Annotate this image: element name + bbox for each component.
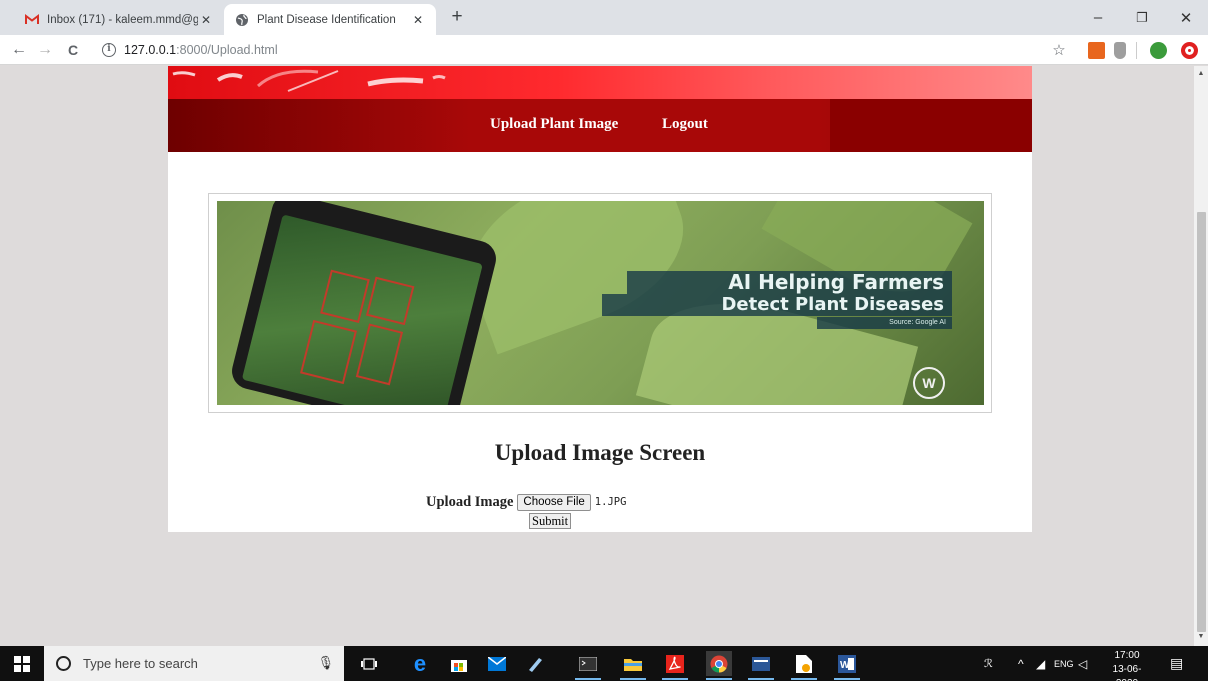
system-clock[interactable]: 17:00 13-06-2020 — [1102, 649, 1152, 681]
volume-icon[interactable]: ◁ — [1078, 646, 1087, 681]
nav-decor-block — [830, 99, 1032, 152]
phone-image — [228, 201, 500, 405]
svg-text:W: W — [840, 660, 850, 671]
minimize-button[interactable]: – — [1076, 0, 1120, 35]
image-viewer-icon[interactable] — [791, 651, 817, 680]
page-scrollbar[interactable]: ▲ ▼ — [1194, 66, 1208, 646]
file-explorer-icon[interactable] — [620, 651, 646, 680]
store-icon[interactable] — [446, 651, 472, 676]
windows-start-icon[interactable] — [0, 646, 44, 681]
notepad-icon[interactable] — [522, 651, 548, 676]
restore-button[interactable]: ❐ — [1120, 0, 1164, 35]
browser-toolbar: ← → C i 127.0.0.1:8000/Upload.html ☆ — [0, 35, 1208, 65]
back-button[interactable]: ← — [8, 39, 30, 61]
gmail-icon — [24, 12, 40, 28]
header-banner — [168, 66, 1032, 99]
choose-file-button[interactable]: Choose File — [517, 493, 591, 511]
banner-frame: AI Helping Farmers Detect Plant Diseases… — [208, 193, 992, 413]
clock-date: 13-06-2020 — [1112, 664, 1142, 681]
shield-extension-icon[interactable] — [1114, 42, 1126, 59]
nav-logout[interactable]: Logout — [662, 116, 708, 133]
chrome-icon[interactable] — [706, 651, 732, 680]
tab-title: Plant Disease Identification — [257, 13, 396, 26]
phone-screen — [241, 214, 483, 405]
close-tab-icon[interactable]: ✕ — [198, 13, 214, 27]
forward-button[interactable]: → — [34, 39, 56, 61]
info-icon[interactable]: i — [102, 43, 116, 57]
word-icon[interactable]: W — [834, 651, 860, 680]
upload-image-label: Upload Image — [426, 493, 514, 510]
globe-extension-icon[interactable] — [1150, 42, 1167, 59]
edge-browser-icon[interactable]: e — [407, 651, 433, 676]
tab-title: Inbox (171) - kaleem.mmd@gma — [47, 13, 198, 26]
python-idle-icon[interactable] — [748, 651, 774, 680]
task-view-icon[interactable] — [356, 651, 382, 676]
nav-upload-plant-image[interactable]: Upload Plant Image — [490, 116, 618, 133]
input-language-icon[interactable]: ENG — [1054, 646, 1074, 681]
command-prompt-icon[interactable] — [575, 651, 601, 680]
search-placeholder: Type here to search — [83, 656, 198, 671]
upload-form-row: Upload Image Choose File 1.JPG — [426, 493, 626, 511]
tab-plant-disease[interactable]: Plant Disease Identification ✕ — [224, 4, 436, 35]
microphone-icon[interactable]: 🎙 — [317, 655, 334, 671]
extension-off-icon[interactable] — [1088, 42, 1105, 59]
banner-caption-line1: AI Helping Farmers — [627, 271, 952, 294]
url-host: 127.0.0.1 — [124, 43, 177, 57]
reload-button[interactable]: C — [62, 39, 84, 61]
bookmark-star-icon[interactable]: ☆ — [1048, 39, 1070, 61]
detection-box — [300, 319, 357, 385]
scrollbar-thumb[interactable] — [1197, 212, 1206, 632]
opera-extension-icon[interactable] — [1181, 42, 1198, 59]
selected-file-name: 1.JPG — [594, 496, 627, 508]
people-icon[interactable]: ℛ — [984, 646, 993, 681]
detection-box — [320, 269, 370, 324]
address-bar[interactable]: i 127.0.0.1:8000/Upload.html — [102, 39, 1042, 61]
close-window-button[interactable]: ✕ — [1164, 0, 1208, 35]
url-path: :8000/Upload.html — [176, 43, 278, 57]
show-hidden-icons-icon[interactable]: ^ — [1018, 646, 1024, 681]
toolbar-divider — [1136, 42, 1137, 59]
new-tab-button[interactable]: + — [445, 5, 469, 29]
wifi-icon[interactable]: ◢ — [1036, 646, 1045, 681]
browser-tabstrip: Inbox (171) - kaleem.mmd@gma ✕ Plant Dis… — [0, 0, 1208, 35]
acrobat-icon[interactable] — [662, 651, 688, 680]
page-viewport: Upload Plant Image Logout AI Helping Far… — [0, 66, 1194, 646]
close-tab-icon[interactable]: ✕ — [410, 13, 426, 27]
action-center-icon[interactable]: ▤ — [1170, 646, 1183, 681]
w-logo-icon: W — [913, 367, 945, 399]
taskbar-search-box[interactable]: Type here to search 🎙 — [44, 646, 344, 681]
banner-caption-line2: Detect Plant Diseases — [602, 294, 952, 316]
globe-icon — [234, 12, 250, 28]
scroll-down-arrow-icon[interactable]: ▼ — [1197, 633, 1205, 640]
clock-time: 17:00 — [1114, 650, 1140, 661]
main-nav: Upload Plant Image Logout — [168, 99, 1032, 152]
scroll-up-arrow-icon[interactable]: ▲ — [1197, 70, 1205, 77]
windows-taskbar: Type here to search 🎙 e W ℛ ^ ◢ ENG ◁ 17… — [0, 646, 1208, 681]
cortana-icon — [56, 656, 71, 671]
detection-box — [355, 323, 404, 386]
page-title: Upload Image Screen — [494, 440, 706, 465]
submit-button[interactable]: Submit — [529, 513, 572, 529]
mail-icon[interactable] — [484, 651, 510, 676]
detection-box — [365, 276, 415, 326]
banner-source: Source: Google AI — [817, 317, 952, 329]
site-container: Upload Plant Image Logout AI Helping Far… — [168, 66, 1032, 532]
banner-image: AI Helping Farmers Detect Plant Diseases… — [217, 201, 984, 405]
tab-inbox[interactable]: Inbox (171) - kaleem.mmd@gma ✕ — [14, 4, 224, 35]
